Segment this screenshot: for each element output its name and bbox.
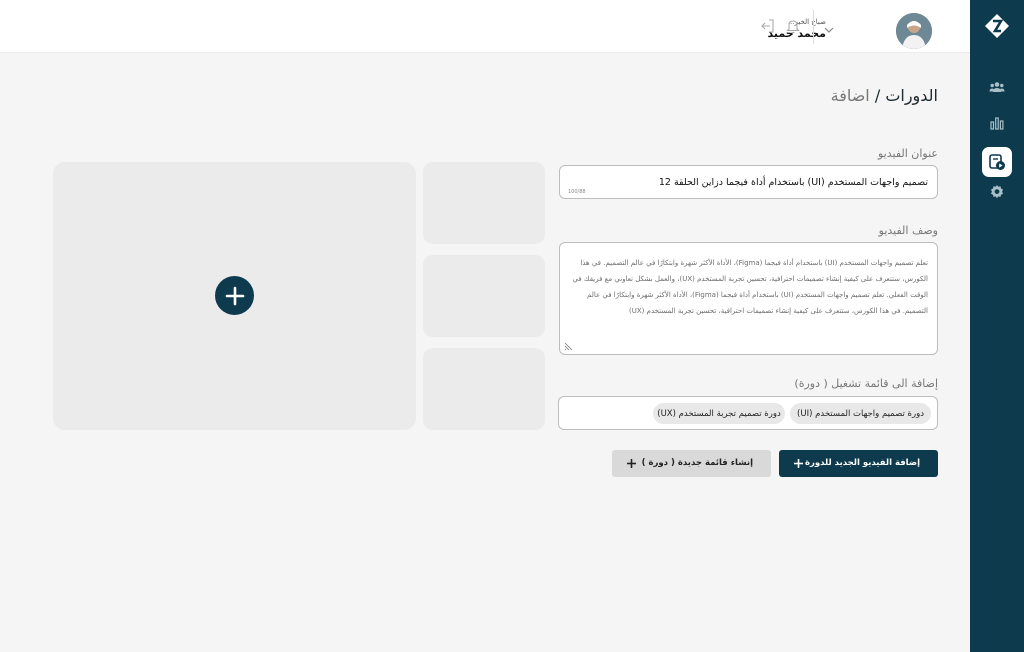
resize-handle-icon[interactable] — [564, 342, 573, 351]
plus-icon — [225, 286, 244, 305]
add-video-button-label: إضافة الفيديو الجديد للدورة — [804, 458, 920, 468]
avatar-image — [896, 13, 932, 49]
playlist-chip[interactable]: دورة تصميم واجهات المستخدم (UI) — [790, 403, 931, 424]
upload-plus-button[interactable] — [215, 276, 254, 315]
plus-icon — [794, 459, 803, 468]
video-thumbnail-slot[interactable] — [423, 348, 545, 430]
video-thumbnail-slot[interactable] — [423, 255, 545, 337]
chevron-down-icon[interactable] — [824, 26, 834, 34]
bell-icon[interactable] — [786, 18, 800, 34]
plus-icon — [627, 459, 636, 468]
page-title: الدورات / اضافة — [831, 86, 938, 105]
video-course-icon — [989, 154, 1005, 170]
create-playlist-button[interactable]: إنشاء قائمة جديدة ( دورة ) — [612, 450, 771, 477]
chart-icon — [990, 117, 1004, 130]
top-header: صباح الخير... محمد حميد — [0, 0, 970, 53]
breadcrumb-separator: / — [869, 86, 886, 105]
video-description-textarea[interactable]: تعلم تصميم واجهات المستخدم (UI) باستخدام… — [559, 242, 938, 355]
brand-logo-icon[interactable] — [970, 0, 1024, 52]
user-avatar[interactable] — [896, 13, 932, 49]
breadcrumb-courses[interactable]: الدورات — [885, 86, 938, 105]
nav-item-users[interactable] — [982, 72, 1012, 102]
playlist-chip[interactable]: دورة تصميم تجربة المستخدم (UX) — [653, 403, 785, 424]
settings-icon — [991, 185, 1003, 199]
add-video-button[interactable]: إضافة الفيديو الجديد للدورة — [779, 450, 938, 477]
nav-item-courses[interactable] — [982, 147, 1012, 177]
playlist-selector[interactable]: دورة تصميم واجهات المستخدم (UI) دورة تصم… — [558, 396, 938, 430]
video-title-value: تصميم واجهات المستخدم (UI) باستخدام أداة… — [658, 177, 928, 188]
header-divider — [813, 10, 814, 44]
breadcrumb-add: اضافة — [830, 86, 870, 105]
nav-item-settings[interactable] — [982, 177, 1012, 207]
create-playlist-button-label: إنشاء قائمة جديدة ( دورة ) — [641, 458, 753, 468]
playlist-label: إضافة الى قائمة تشغيل ( دورة) — [794, 377, 938, 390]
main-sidebar — [970, 0, 1024, 652]
video-title-input[interactable]: تصميم واجهات المستخدم (UI) باستخدام أداة… — [559, 165, 938, 199]
video-description-value: تعلم تصميم واجهات المستخدم (UI) باستخدام… — [572, 259, 928, 315]
video-thumbnail-slot[interactable] — [423, 162, 545, 244]
users-icon — [989, 82, 1005, 92]
logo-mark — [985, 14, 1009, 38]
video-upload-area[interactable] — [53, 162, 416, 430]
logout-icon[interactable] — [760, 19, 775, 33]
video-title-label: عنوان الفيديو — [877, 147, 938, 160]
video-title-counter: 100/88 — [568, 189, 586, 195]
video-description-label: وصف الفيديو — [878, 224, 938, 237]
nav-item-analytics[interactable] — [982, 108, 1012, 138]
